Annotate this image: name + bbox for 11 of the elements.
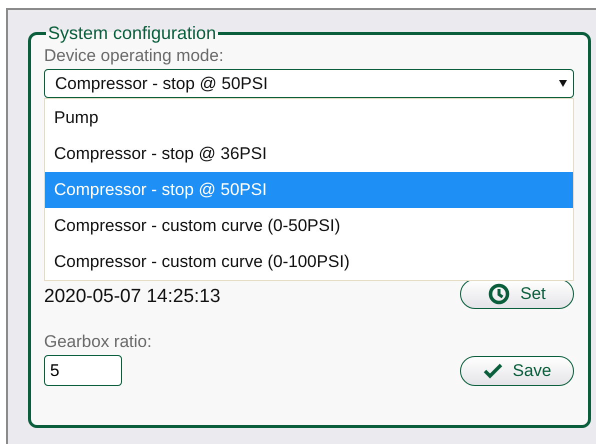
mode-select[interactable]: Compressor - stop @ 50PSI — [44, 69, 574, 98]
field-label: Device operating mode: — [44, 46, 225, 66]
set-button[interactable]: Set — [460, 279, 574, 309]
field-label: Gearbox ratio: — [44, 332, 153, 352]
checkmark-icon — [482, 362, 503, 378]
caret-icon — [559, 80, 567, 87]
gearbox-input[interactable]: 5 — [44, 355, 122, 386]
clock-icon — [488, 283, 510, 305]
save-button[interactable]: Save — [460, 356, 574, 386]
datetime-text: 2020-05-07 14:25:13 — [44, 286, 220, 308]
panel-title: System configuration — [47, 23, 218, 44]
